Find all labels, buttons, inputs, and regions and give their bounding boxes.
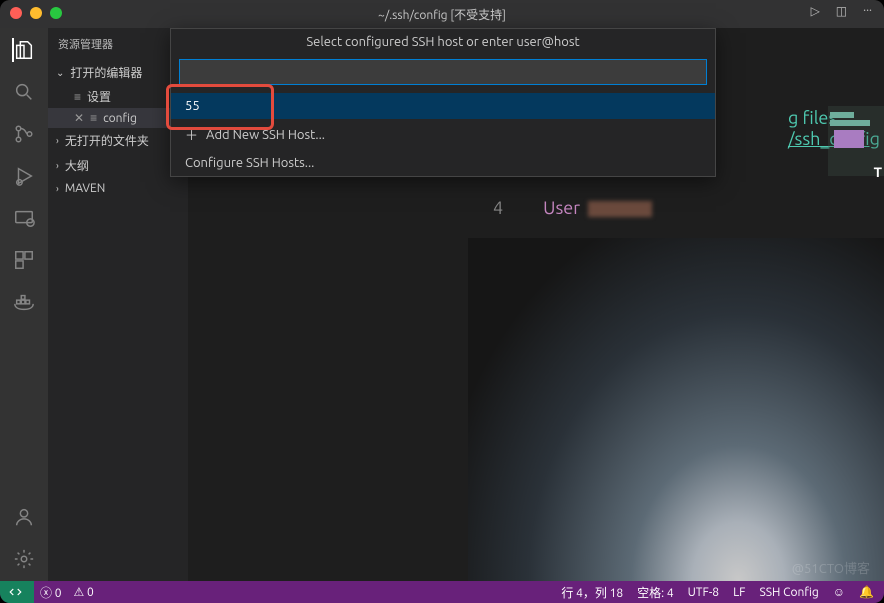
accounts-icon[interactable] [12,505,36,529]
maven-section[interactable]: › MAVEN [48,178,188,199]
window-title: ~/.ssh/config [不受支持] [378,6,506,23]
remote-explorer-icon[interactable] [12,206,36,230]
quick-pick-item-add-host[interactable]: ＋ Add New SSH Host... [171,119,715,150]
line-number: 4 [493,198,503,218]
explorer-title: 资源管理器 [48,28,188,60]
status-bar: ⓧ 0 ⚠ 0 行 4，列 18 空格: 4 UTF-8 LF SSH Conf… [0,581,884,603]
search-icon[interactable] [12,80,36,104]
code-preview: g files: /ssh_config [788,108,880,150]
run-icon[interactable]: ▷ [811,4,820,18]
eol[interactable]: LF [733,586,745,599]
chevron-down-icon: ⌄ [56,67,64,79]
more-icon[interactable]: ··· [863,4,872,18]
section-label: 大纲 [65,157,89,174]
feedback-icon[interactable]: ☺ [833,585,845,599]
open-editors-section[interactable]: ⌄ 打开的编辑器 [48,60,188,85]
section-label: MAVEN [65,182,106,195]
no-folder-section[interactable]: › 无打开的文件夹 [48,128,188,153]
settings-gear-icon[interactable] [12,547,36,571]
explorer-sidebar: 资源管理器 ⌄ 打开的编辑器 ≡ 设置 ✕ ≡ config › 无打开的文件夹… [48,28,188,581]
explorer-icon[interactable] [12,38,36,62]
close-icon[interactable]: ✕ [74,111,84,125]
plus-icon: ＋ [185,125,198,144]
chevron-right-icon: › [56,183,59,194]
cursor-position[interactable]: 行 4，列 18 [561,584,623,601]
quick-pick-input[interactable] [179,59,707,85]
minimize-window-button[interactable] [30,7,42,19]
item-label: Configure SSH Hosts... [185,156,314,170]
encoding[interactable]: UTF-8 [688,586,719,599]
open-editor-config[interactable]: ✕ ≡ config [48,108,188,128]
section-label: 无打开的文件夹 [65,132,149,149]
code-line: 4 User [493,198,652,219]
docker-icon[interactable] [12,290,36,314]
remote-indicator[interactable] [0,581,34,603]
activity-bar [0,28,48,581]
watermark: @51CTO博客 [792,558,870,577]
keyword: User [543,198,580,218]
chevron-right-icon: › [56,160,59,171]
quick-pick-prompt: Select configured SSH host or enter user… [171,29,715,55]
notifications-icon[interactable]: 🔔 [859,585,874,599]
open-editor-settings[interactable]: ≡ 设置 [48,85,188,108]
source-control-icon[interactable] [12,122,36,146]
errors-indicator[interactable]: ⓧ 0 [40,584,62,601]
quick-pick: Select configured SSH host or enter user… [170,28,716,177]
outline-section[interactable]: › 大纲 [48,153,188,178]
item-label: 设置 [87,88,111,105]
redacted-value [588,201,652,217]
item-label: 55 [185,99,200,113]
item-label: Add New SSH Host... [206,128,325,142]
zoom-window-button[interactable] [50,7,62,19]
quick-pick-item-selected[interactable]: 55 [171,93,715,119]
window-controls [10,7,62,19]
chevron-right-icon: › [56,135,59,146]
language-mode[interactable]: SSH Config [759,586,818,599]
item-label: config [103,112,137,125]
indentation[interactable]: 空格: 4 [637,584,673,601]
editor-toolbar: ▷ ◫ ··· [811,4,872,18]
file-icon: ≡ [90,111,97,125]
title-bar: ~/.ssh/config [不受支持] ▷ ◫ ··· [0,0,884,28]
background-image [468,238,884,581]
vscode-window: ~/.ssh/config [不受支持] ▷ ◫ ··· [0,0,884,603]
close-window-button[interactable] [10,7,22,19]
settings-item-icon: ≡ [74,90,81,104]
section-label: 打开的编辑器 [70,64,142,81]
split-editor-icon[interactable]: ◫ [836,4,847,18]
run-debug-icon[interactable] [12,164,36,188]
extensions-icon[interactable] [12,248,36,272]
warnings-indicator[interactable]: ⚠ 0 [74,585,94,599]
quick-pick-item-configure[interactable]: Configure SSH Hosts... [171,150,715,176]
